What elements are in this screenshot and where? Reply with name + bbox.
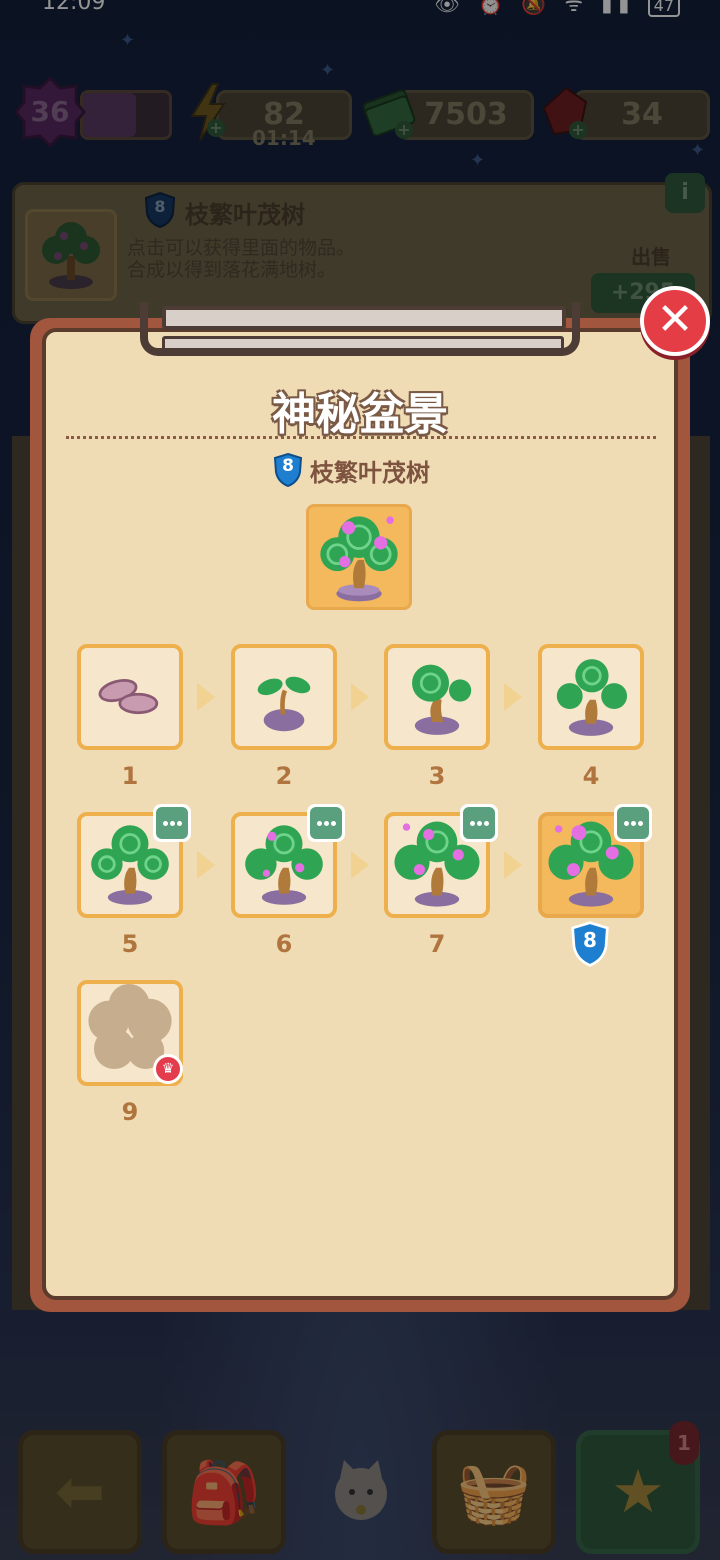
chain-item-1[interactable] [77, 644, 183, 750]
chain-arrow-icon [351, 683, 369, 711]
chain-item-number: 5 [121, 930, 139, 958]
featured-item-tile [306, 504, 412, 610]
close-icon: ✕ [656, 294, 694, 345]
level-shield-icon: 8 [272, 452, 304, 488]
bonsai-icon [556, 659, 628, 736]
title-divider [66, 436, 656, 439]
sprout-icon [257, 676, 311, 732]
selected-level-shield-icon: 8 [568, 920, 612, 968]
close-button[interactable]: ✕ [640, 286, 710, 356]
chain-item-number: 9 [121, 1098, 139, 1126]
chain-arrow-icon [504, 851, 522, 879]
chain-item-number: 7 [428, 930, 446, 958]
chain-arrow-icon [197, 683, 215, 711]
flourishing-bonsai-icon [320, 516, 398, 602]
more-info-icon[interactable] [153, 804, 191, 842]
chain-item-number: 6 [275, 930, 293, 958]
chain-item-number: 1 [121, 762, 139, 790]
selected-level-number: 8 [583, 928, 597, 952]
chain-item-number: 3 [428, 762, 446, 790]
crown-icon: ♛ [153, 1054, 183, 1084]
modal-title: 神秘盆景 [272, 389, 448, 440]
more-info-icon[interactable] [614, 804, 652, 842]
clipboard-clip [140, 302, 580, 374]
chain-arrow-icon [504, 683, 522, 711]
chain-arrow-icon [351, 851, 369, 879]
chain-item-6[interactable] [231, 804, 345, 918]
more-info-icon[interactable] [307, 804, 345, 842]
chain-item-8[interactable] [538, 804, 652, 918]
chain-item-number: 2 [275, 762, 293, 790]
modal-subtitle: 8 枝繁叶茂树 [272, 452, 430, 488]
chain-item-3[interactable] [384, 644, 490, 750]
subtitle-level-number: 8 [282, 456, 294, 476]
chain-item-5[interactable] [77, 804, 191, 918]
chain-arrow-icon [197, 851, 215, 879]
chain-item-9[interactable]: ♛ [77, 980, 183, 1086]
chain-item-number: 4 [582, 762, 600, 790]
more-info-icon[interactable] [460, 804, 498, 842]
subtitle-text: 枝繁叶茂树 [310, 458, 430, 487]
stones-icon [98, 679, 159, 715]
chain-item-4[interactable] [538, 644, 644, 750]
chain-item-7[interactable] [384, 804, 498, 918]
chain-item-2[interactable] [231, 644, 337, 750]
small-bonsai-icon [412, 664, 472, 735]
